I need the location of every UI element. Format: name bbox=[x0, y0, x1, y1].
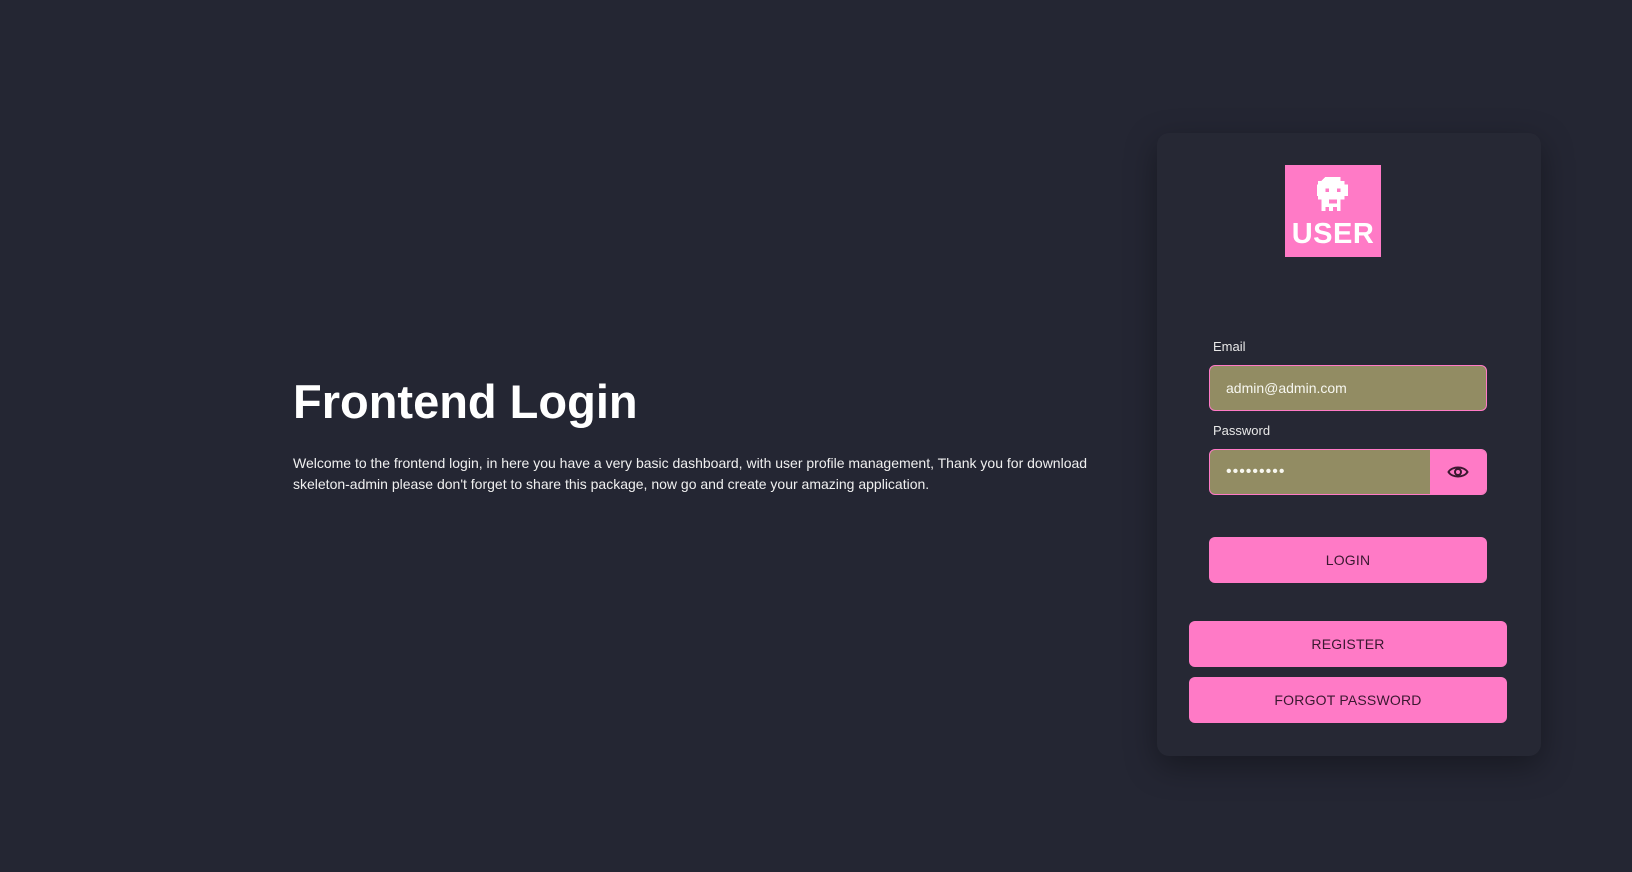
register-button[interactable]: REGISTER bbox=[1189, 621, 1507, 667]
email-field[interactable] bbox=[1210, 366, 1486, 410]
intro-section: Frontend Login Welcome to the frontend l… bbox=[293, 372, 1145, 495]
login-card: USER Email Password LOGIN REGISTER FORGO… bbox=[1157, 133, 1541, 756]
email-label: Email bbox=[1213, 339, 1246, 354]
intro-description: Welcome to the frontend login, in here y… bbox=[293, 455, 1088, 492]
login-page: Frontend Login Welcome to the frontend l… bbox=[0, 0, 1632, 872]
page-title: Frontend Login bbox=[293, 375, 638, 428]
logo-text: USER bbox=[1291, 218, 1375, 250]
eye-icon bbox=[1447, 466, 1469, 478]
login-button[interactable]: LOGIN bbox=[1209, 537, 1487, 583]
email-field-wrapper bbox=[1209, 365, 1487, 411]
toggle-password-visibility-button[interactable] bbox=[1430, 450, 1486, 494]
password-label: Password bbox=[1213, 423, 1271, 438]
skull-icon bbox=[1317, 177, 1349, 211]
forgot-password-button[interactable]: FORGOT PASSWORD bbox=[1189, 677, 1507, 723]
user-logo: USER bbox=[1285, 165, 1381, 257]
password-field[interactable] bbox=[1210, 450, 1432, 494]
password-field-wrapper bbox=[1209, 449, 1487, 495]
